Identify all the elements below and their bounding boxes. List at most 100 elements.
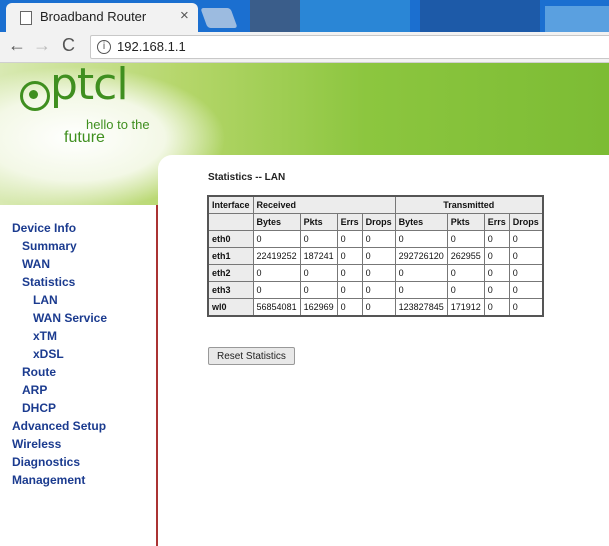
table-cell: 0 xyxy=(252,230,301,248)
table-cell: 0 xyxy=(483,230,510,248)
menu-diagnostics[interactable]: Diagnostics xyxy=(0,453,156,471)
column-header: Errs xyxy=(336,213,363,231)
new-tab-button[interactable] xyxy=(200,8,238,28)
menu-device-info[interactable]: Device Info xyxy=(0,219,156,237)
forward-arrow-icon[interactable]: → xyxy=(33,35,51,56)
table-cell: 0 xyxy=(336,281,363,299)
column-header: Drops xyxy=(361,213,396,231)
menu-wireless[interactable]: Wireless xyxy=(0,435,156,453)
table-cell: 262955 xyxy=(446,247,485,265)
menu-statistics[interactable]: Statistics xyxy=(0,273,156,291)
menu-lan[interactable]: LAN xyxy=(0,291,156,309)
page-icon xyxy=(20,11,32,25)
received-header: Received xyxy=(252,195,396,214)
sidebar: Device Info Summary WAN Statistics LAN W… xyxy=(0,205,158,546)
table-cell: 0 xyxy=(299,230,338,248)
table-cell: 0 xyxy=(336,264,363,282)
lan-statistics-table: Interface Received Transmitted Bytes Pkt… xyxy=(207,195,544,317)
desktop-background xyxy=(300,0,410,32)
desktop-background xyxy=(420,0,540,32)
table-cell: 0 xyxy=(446,264,485,282)
table-cell: 0 xyxy=(483,247,510,265)
info-icon[interactable]: i xyxy=(97,40,111,54)
table-cell: 0 xyxy=(483,281,510,299)
logo-dot-icon xyxy=(29,90,38,99)
menu-wan[interactable]: WAN xyxy=(0,255,156,273)
table-cell: 0 xyxy=(508,298,544,317)
column-header: Bytes xyxy=(252,213,301,231)
table-cell: 162969 xyxy=(299,298,338,317)
table-cell: 0 xyxy=(394,281,448,299)
table-cell: 0 xyxy=(299,264,338,282)
menu-xtm[interactable]: xTM xyxy=(0,327,156,345)
menu-summary[interactable]: Summary xyxy=(0,237,156,255)
table-cell: 22419252 xyxy=(252,247,301,265)
interface-header: Interface xyxy=(207,195,254,214)
menu-advanced-setup[interactable]: Advanced Setup xyxy=(0,417,156,435)
table-row: eth1 22419252 187241 0 0 292726120 26295… xyxy=(207,247,544,265)
table-cell: 0 xyxy=(508,247,544,265)
menu-dhcp[interactable]: DHCP xyxy=(0,399,156,417)
interface-name: eth3 xyxy=(207,281,254,299)
close-tab-icon[interactable]: × xyxy=(180,7,189,24)
interface-name: eth1 xyxy=(207,247,254,265)
table-cell: 0 xyxy=(361,247,396,265)
table-cell: 56854081 xyxy=(252,298,301,317)
menu-arp[interactable]: ARP xyxy=(0,381,156,399)
page-title: Statistics -- LAN xyxy=(208,172,286,183)
table-cell: 0 xyxy=(299,281,338,299)
blank-header xyxy=(207,213,254,231)
column-header: Pkts xyxy=(299,213,338,231)
table-cell: 0 xyxy=(252,281,301,299)
table-row: wl0 56854081 162969 0 0 123827845 171912… xyxy=(207,298,544,317)
table-cell: 0 xyxy=(446,230,485,248)
table-cell: 0 xyxy=(336,247,363,265)
table-row: eth2 0 0 0 0 0 0 0 0 xyxy=(207,264,544,282)
menu-xdsl[interactable]: xDSL xyxy=(0,345,156,363)
table-cell: 0 xyxy=(361,264,396,282)
browser-titlebar: Broadband Router × xyxy=(0,0,609,32)
ptcl-logo: ptcl xyxy=(50,59,129,110)
table-cell: 187241 xyxy=(299,247,338,265)
main-content: Statistics -- LAN Interface Received Tra… xyxy=(158,155,609,546)
table-cell: 0 xyxy=(336,230,363,248)
table-row: eth0 0 0 0 0 0 0 0 0 xyxy=(207,230,544,248)
router-page: ptcl hello to the future Device Info Sum… xyxy=(0,59,609,546)
table-cell: 0 xyxy=(508,230,544,248)
table-cell: 0 xyxy=(394,230,448,248)
menu-management[interactable]: Management xyxy=(0,471,156,489)
reload-icon[interactable]: C xyxy=(62,35,75,56)
menu-wan-service[interactable]: WAN Service xyxy=(0,309,156,327)
logo-tagline: future xyxy=(64,129,105,146)
browser-tab[interactable]: Broadband Router × xyxy=(6,3,198,32)
interface-name: wl0 xyxy=(207,298,254,317)
desktop-background xyxy=(545,6,609,32)
table-row: eth3 0 0 0 0 0 0 0 0 xyxy=(207,281,544,299)
column-header: Pkts xyxy=(446,213,485,231)
table-header-row: Interface Received Transmitted xyxy=(207,195,544,214)
table-cell: 123827845 xyxy=(394,298,448,317)
table-cell: 0 xyxy=(483,264,510,282)
table-cell: 0 xyxy=(446,281,485,299)
back-arrow-icon[interactable]: ← xyxy=(8,35,26,56)
column-header: Drops xyxy=(508,213,544,231)
table-cell: 0 xyxy=(361,298,396,317)
tab-title: Broadband Router xyxy=(40,9,147,24)
table-cell: 0 xyxy=(394,264,448,282)
table-cell: 0 xyxy=(361,230,396,248)
column-header: Errs xyxy=(483,213,510,231)
transmitted-header: Transmitted xyxy=(394,195,544,214)
menu-route[interactable]: Route xyxy=(0,363,156,381)
interface-name: eth0 xyxy=(207,230,254,248)
table-cell: 0 xyxy=(508,281,544,299)
table-cell: 0 xyxy=(508,264,544,282)
reset-statistics-button[interactable]: Reset Statistics xyxy=(208,347,295,365)
table-cell: 0 xyxy=(361,281,396,299)
sidebar-menu: Device Info Summary WAN Statistics LAN W… xyxy=(0,219,156,489)
column-header: Bytes xyxy=(394,213,448,231)
table-cell: 0 xyxy=(336,298,363,317)
address-bar[interactable]: i 192.168.1.1 xyxy=(90,35,609,59)
table-cell: 292726120 xyxy=(394,247,448,265)
table-subheader-row: Bytes Pkts Errs Drops Bytes Pkts Errs Dr… xyxy=(207,213,544,231)
url-text[interactable]: 192.168.1.1 xyxy=(117,39,186,54)
